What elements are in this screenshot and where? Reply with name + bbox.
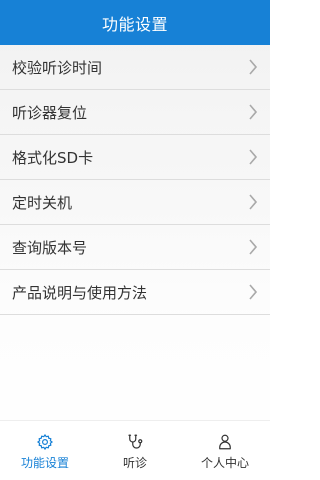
menu-item-label: 产品说明与使用方法 [12, 283, 148, 302]
app-screen: 功能设置 校验听诊时间 听诊器复位 格式化SD卡 定时关机 查询版本号 产品说明… [0, 0, 270, 480]
menu-item-label: 格式化SD卡 [12, 148, 94, 167]
menu-item-timed-shutdown[interactable]: 定时关机 [0, 180, 270, 225]
chevron-right-icon [246, 148, 260, 166]
menu-item-label: 查询版本号 [12, 238, 88, 257]
menu-item-label: 校验听诊时间 [12, 58, 103, 77]
settings-menu: 校验听诊时间 听诊器复位 格式化SD卡 定时关机 查询版本号 产品说明与使用方法 [0, 45, 270, 315]
tab-auscultation[interactable]: 听诊 [90, 421, 180, 480]
header-bar: 功能设置 [0, 0, 270, 45]
menu-item-calibrate-time[interactable]: 校验听诊时间 [0, 45, 270, 90]
chevron-right-icon [246, 58, 260, 76]
tab-label: 功能设置 [20, 456, 69, 470]
menu-item-label: 定时关机 [12, 193, 73, 212]
menu-item-label: 听诊器复位 [12, 103, 88, 122]
chevron-right-icon [246, 283, 260, 301]
tab-label: 个人中心 [200, 456, 249, 470]
tab-label: 听诊 [122, 456, 147, 470]
menu-item-format-sd-card[interactable]: 格式化SD卡 [0, 135, 270, 180]
gear-icon [36, 433, 54, 451]
chevron-right-icon [246, 193, 260, 211]
chevron-right-icon [246, 238, 260, 256]
tab-personal-center[interactable]: 个人中心 [180, 421, 270, 480]
menu-item-reset-stethoscope[interactable]: 听诊器复位 [0, 90, 270, 135]
bottom-tab-bar: 功能设置 听诊 个人中心 [0, 420, 270, 480]
page-title: 功能设置 [101, 14, 168, 34]
tab-function-settings[interactable]: 功能设置 [0, 421, 90, 480]
menu-item-query-version[interactable]: 查询版本号 [0, 225, 270, 270]
stethoscope-icon [126, 433, 144, 451]
chevron-right-icon [246, 103, 260, 121]
person-icon [216, 433, 234, 451]
menu-item-product-manual[interactable]: 产品说明与使用方法 [0, 270, 270, 315]
